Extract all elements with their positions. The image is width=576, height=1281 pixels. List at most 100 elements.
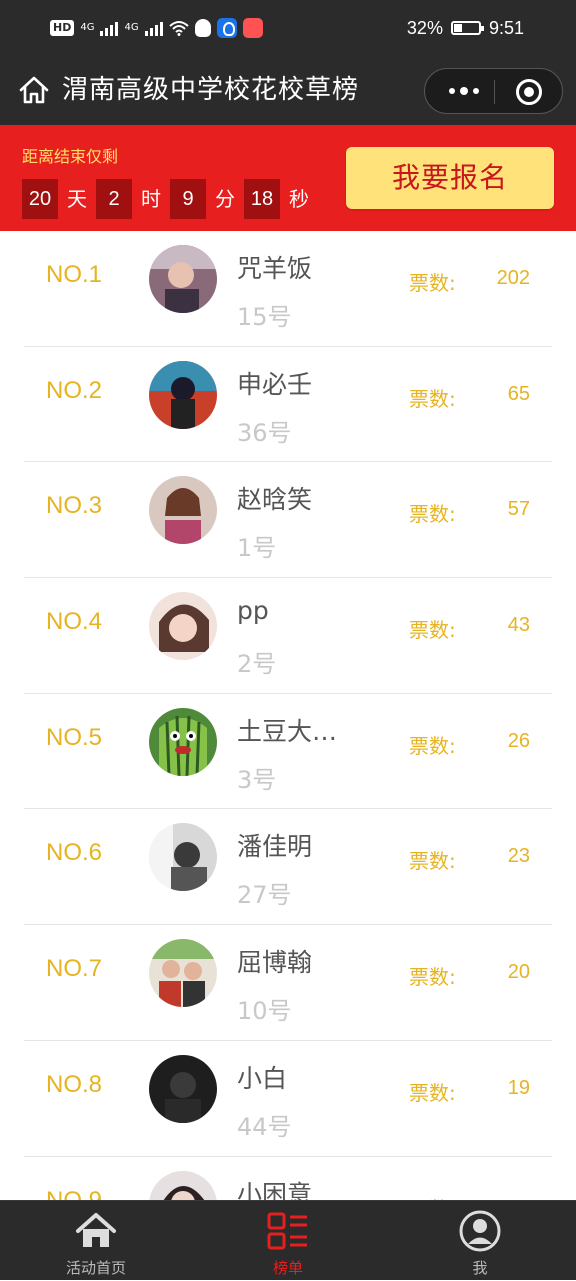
avatar xyxy=(149,245,217,313)
rank-label: NO.4 xyxy=(45,608,102,636)
list-icon xyxy=(267,1212,307,1250)
list-item[interactable]: NO.3 赵晗笑 1号 票数: 57 xyxy=(24,462,552,579)
status-right: 32% 9:51 xyxy=(407,16,524,40)
votes-label: 票数: xyxy=(409,849,456,874)
signal-icon xyxy=(100,20,119,36)
signal-icon-2 xyxy=(144,20,163,36)
rank-label: NO.5 xyxy=(45,723,102,751)
app-header: 渭南高级中学校花校草榜 xyxy=(0,56,576,125)
network-4g-label: 4G xyxy=(80,22,95,33)
candidate-name: 小白 xyxy=(237,1063,288,1093)
tab-me[interactable]: 我 xyxy=(384,1201,576,1281)
status-left-icons: HD 4G 4G xyxy=(50,16,263,40)
app-notification-icon-2 xyxy=(242,18,263,38)
page-title: 渭南高级中学校花校草榜 xyxy=(62,75,360,105)
votes-label: 票数: xyxy=(409,271,456,295)
countdown-banner: 距离结束仅剩 20 天 2 时 9 分 18 秒 我要报名 xyxy=(0,125,576,231)
network-4g-label-2: 4G xyxy=(124,22,139,33)
list-item[interactable]: NO.8 小白 44号 票数: 19 xyxy=(24,1041,552,1157)
signup-button[interactable]: 我要报名 xyxy=(346,147,554,209)
rank-label: NO.3 xyxy=(45,492,102,520)
tab-home-label: 活动首页 xyxy=(65,1259,126,1277)
candidate-name: 小困意 xyxy=(237,1179,313,1201)
vote-count: 26 xyxy=(507,729,530,752)
avatar xyxy=(149,823,217,892)
countdown-hours-unit: 时 xyxy=(141,187,161,211)
vote-count: 23 xyxy=(507,845,530,868)
votes-label: 票数: xyxy=(409,1193,456,1201)
rank-label: NO.9 xyxy=(45,1186,102,1201)
candidate-name: 咒羊饭 xyxy=(237,254,313,283)
avatar xyxy=(149,707,217,776)
clock: 9:51 xyxy=(488,17,524,38)
rank-label: NO.2 xyxy=(45,376,102,404)
capsule-divider xyxy=(494,80,495,104)
votes-label: 票数: xyxy=(409,618,456,643)
rank-label: NO.1 xyxy=(45,261,102,288)
countdown-minutes-unit: 分 xyxy=(215,187,235,211)
status-bar: HD 4G 4G 32% 9:51 xyxy=(0,0,576,56)
list-item[interactable]: NO.5 土豆大… 3号 票数: 26 xyxy=(24,694,552,810)
votes-label: 票数: xyxy=(409,502,456,527)
vote-count: 65 xyxy=(507,382,530,405)
avatar xyxy=(149,476,217,545)
vote-count: 57 xyxy=(507,498,530,521)
list-item[interactable]: NO.2 申必壬 36号 票数: 65 xyxy=(24,347,552,463)
candidate-number: 1号 xyxy=(237,534,277,563)
app-notification-icon xyxy=(216,18,237,38)
list-item[interactable]: NO.1 咒羊饭 15号 票数: 202 xyxy=(24,231,552,347)
avatar xyxy=(149,592,217,661)
rank-label: NO.8 xyxy=(45,1070,102,1098)
bottom-tab-bar: 活动首页 榜单 我 xyxy=(0,1200,576,1280)
votes-label: 票数: xyxy=(409,386,456,411)
candidate-number: 2号 xyxy=(237,650,277,679)
vote-count: 43 xyxy=(507,614,530,637)
avatar xyxy=(149,1054,217,1123)
wifi-icon xyxy=(168,21,189,36)
rank-label: NO.6 xyxy=(45,839,102,867)
votes-label: 票数: xyxy=(409,733,456,758)
hd-badge: HD xyxy=(50,20,75,36)
candidate-number: 27号 xyxy=(237,881,292,910)
countdown-timer: 20 天 2 时 9 分 18 秒 xyxy=(22,179,318,219)
countdown-label: 距离结束仅剩 xyxy=(22,147,119,166)
avatar xyxy=(149,360,217,429)
candidate-name: pp xyxy=(237,596,269,626)
countdown-minutes: 9 xyxy=(170,179,206,219)
tab-home[interactable]: 活动首页 xyxy=(0,1201,192,1281)
votes-label: 票数: xyxy=(409,1080,456,1105)
vote-count: 19 xyxy=(507,1076,530,1099)
user-icon xyxy=(459,1210,501,1252)
vote-count: 202 xyxy=(496,267,530,289)
home-icon[interactable] xyxy=(18,74,50,106)
candidate-name: 屈博翰 xyxy=(237,948,313,978)
tab-ranking[interactable]: 榜单 xyxy=(192,1201,384,1281)
countdown-seconds: 18 xyxy=(244,179,280,219)
candidate-name: 潘佳明 xyxy=(237,832,313,862)
more-dots-icon[interactable] xyxy=(447,83,481,99)
home-icon xyxy=(76,1213,116,1247)
candidate-name: 土豆大… xyxy=(237,716,338,746)
miniprogram-capsule xyxy=(424,68,563,114)
ranking-list: NO.1 咒羊饭 15号 票数: 202 NO.2 申必壬 36号 票数: 65… xyxy=(0,231,576,1200)
list-item[interactable]: NO.4 pp 2号 票数: 43 xyxy=(24,578,552,694)
avatar xyxy=(149,1170,217,1200)
avatar xyxy=(149,939,217,1008)
tab-ranking-label: 榜单 xyxy=(272,1259,303,1277)
battery-icon xyxy=(450,21,484,35)
candidate-name: 申必壬 xyxy=(237,369,313,399)
countdown-days: 20 xyxy=(22,179,58,219)
vote-count: 20 xyxy=(507,961,530,984)
rank-label: NO.7 xyxy=(45,955,102,983)
candidate-number: 36号 xyxy=(237,418,292,447)
tab-me-label: 我 xyxy=(472,1259,488,1277)
candidate-number: 44号 xyxy=(237,1112,292,1141)
candidate-number: 3号 xyxy=(237,765,277,794)
candidate-number: 10号 xyxy=(237,997,292,1026)
list-item[interactable]: NO.7 屈博翰 10号 票数: 20 xyxy=(24,925,552,1041)
qq-penguin-icon xyxy=(194,19,211,37)
close-target-icon[interactable] xyxy=(516,79,542,105)
list-item[interactable]: NO.9 小困意 票数: xyxy=(24,1157,552,1201)
countdown-hours: 2 xyxy=(96,179,132,219)
list-item[interactable]: NO.6 潘佳明 27号 票数: 23 xyxy=(24,809,552,926)
